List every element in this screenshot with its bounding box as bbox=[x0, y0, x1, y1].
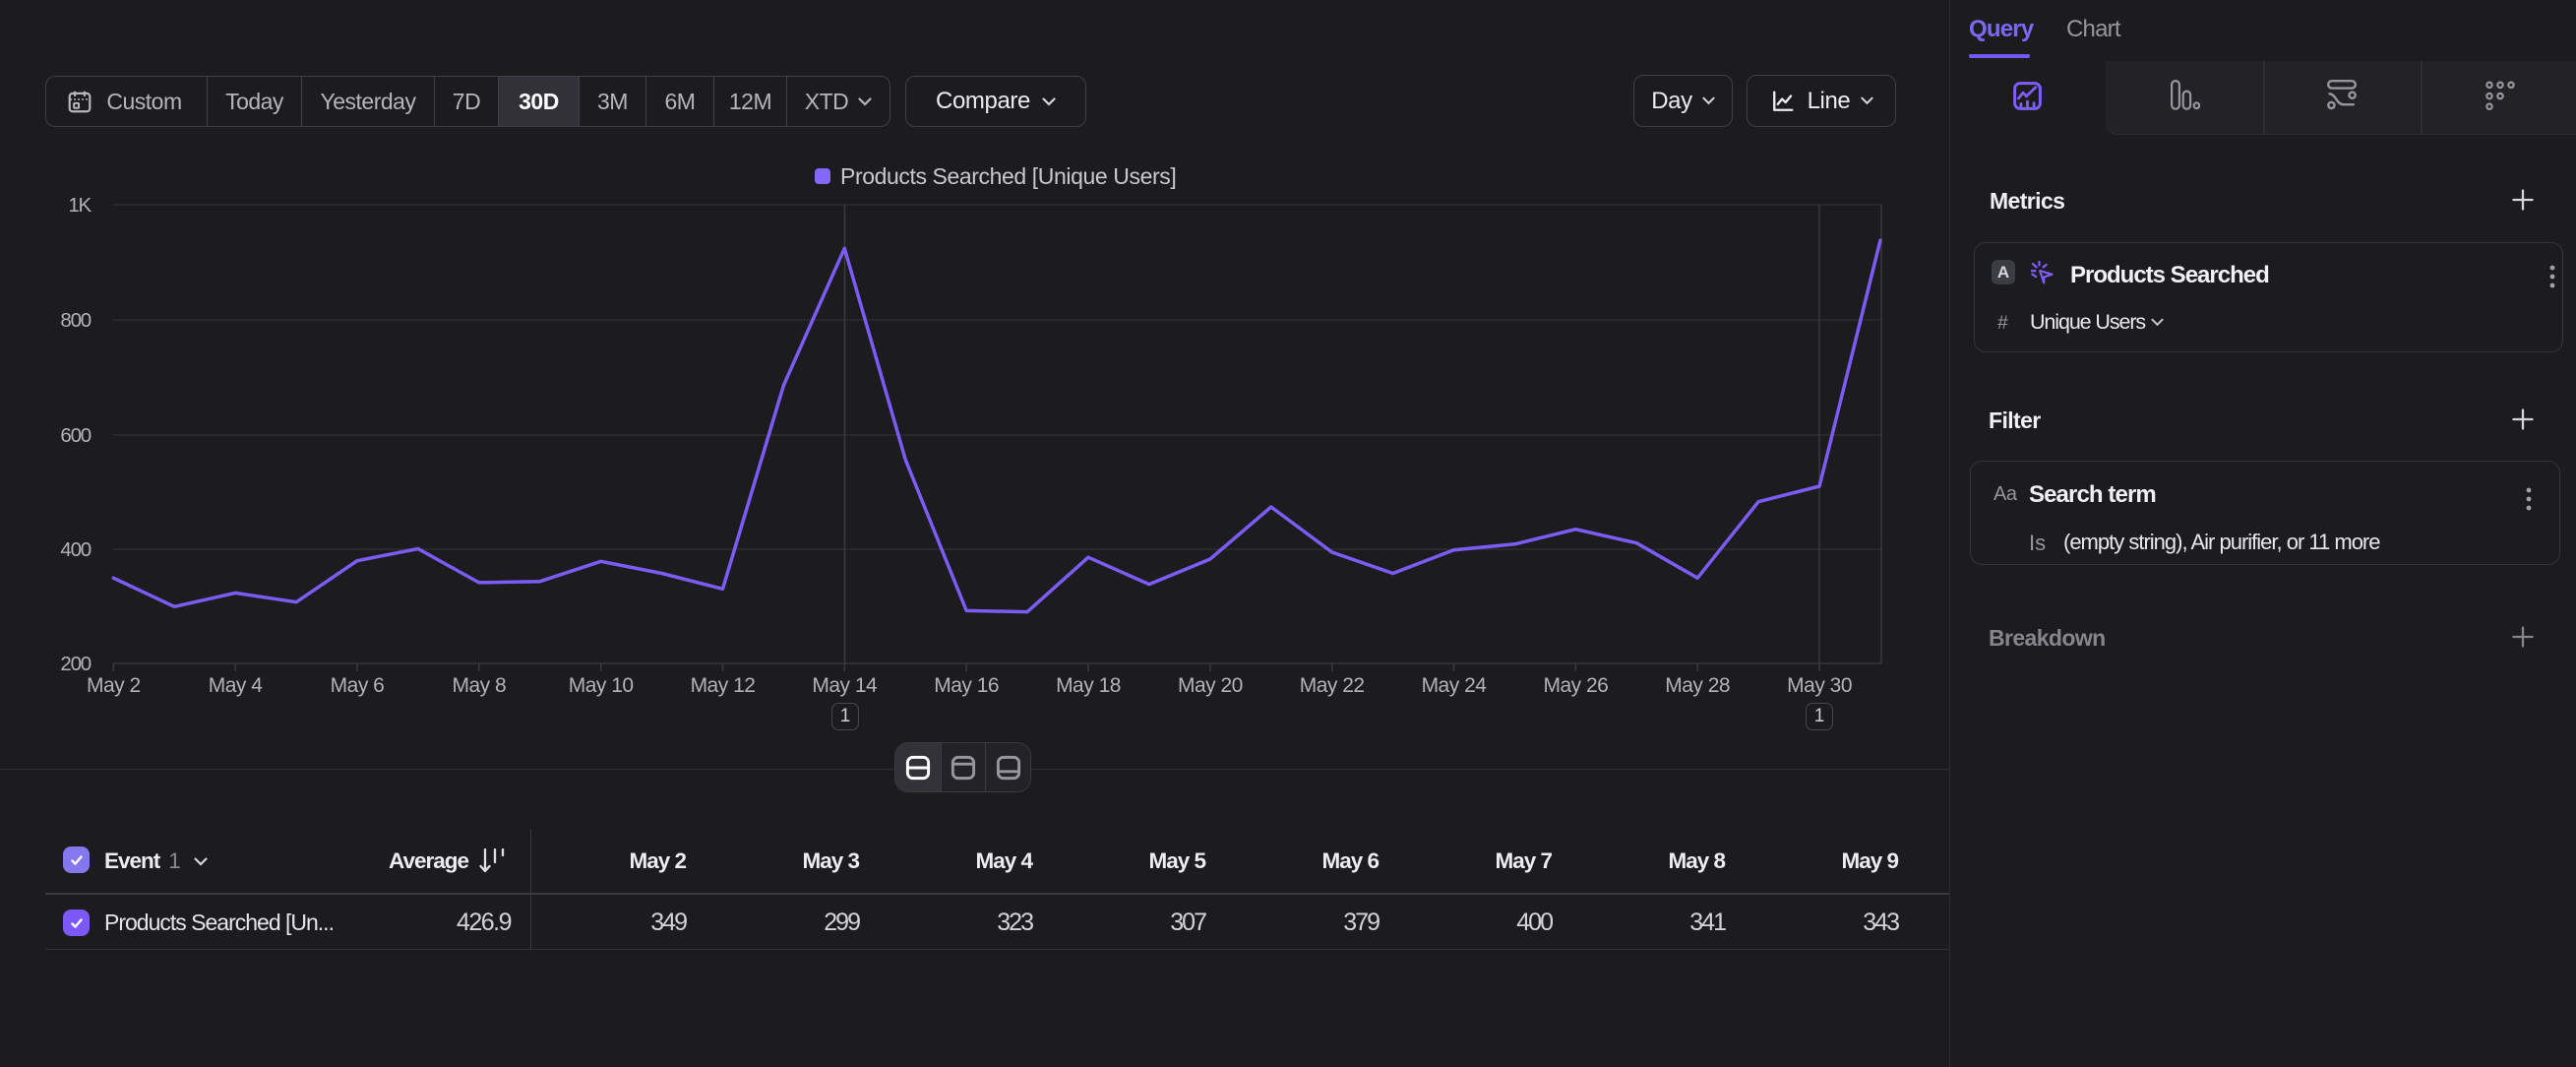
svg-text:May 10: May 10 bbox=[569, 674, 634, 697]
svg-text:May 28: May 28 bbox=[1665, 674, 1730, 697]
svg-text:May 26: May 26 bbox=[1543, 674, 1608, 697]
svg-text:May 18: May 18 bbox=[1056, 674, 1121, 697]
svg-text:200: 200 bbox=[60, 653, 91, 675]
svg-text:800: 800 bbox=[60, 309, 91, 332]
svg-text:May 14: May 14 bbox=[812, 674, 878, 697]
svg-text:May 6: May 6 bbox=[331, 674, 385, 697]
svg-text:May 12: May 12 bbox=[691, 674, 756, 697]
svg-text:May 22: May 22 bbox=[1300, 674, 1365, 697]
svg-text:May 16: May 16 bbox=[934, 674, 999, 697]
svg-text:May 30: May 30 bbox=[1787, 674, 1852, 697]
svg-text:May 8: May 8 bbox=[452, 674, 506, 697]
svg-text:May 20: May 20 bbox=[1178, 674, 1243, 697]
svg-text:May 2: May 2 bbox=[87, 674, 141, 697]
svg-text:May 4: May 4 bbox=[209, 674, 264, 697]
svg-text:1K: 1K bbox=[68, 194, 92, 217]
svg-text:600: 600 bbox=[60, 424, 91, 447]
svg-text:May 24: May 24 bbox=[1422, 674, 1488, 697]
svg-text:400: 400 bbox=[60, 538, 91, 561]
